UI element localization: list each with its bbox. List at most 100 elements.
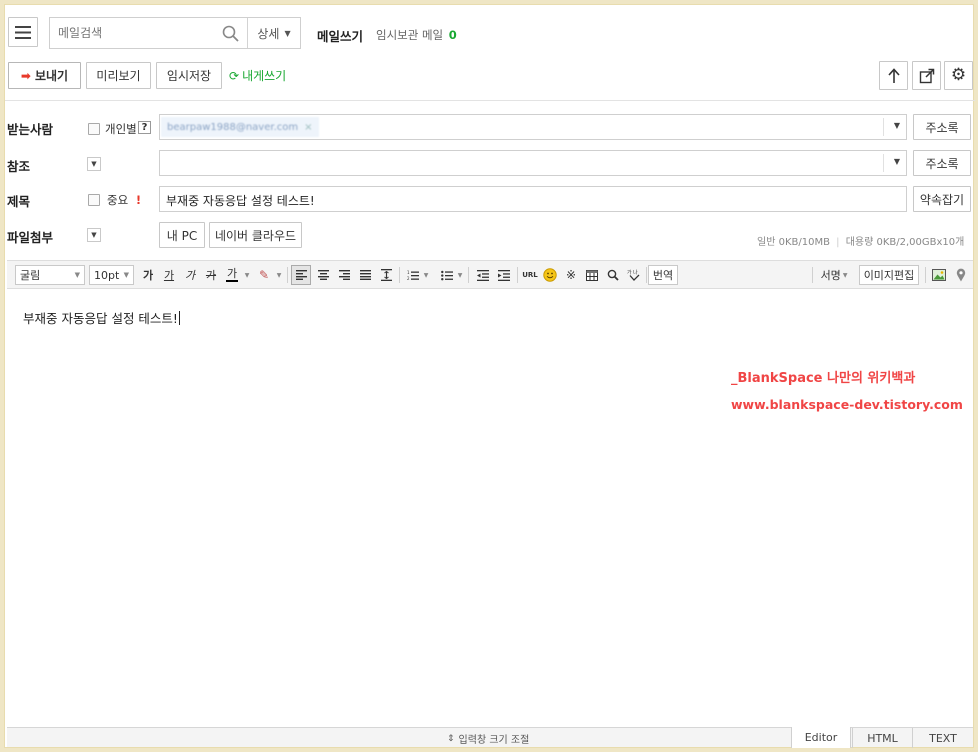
italic-button[interactable]: 가 <box>180 265 200 285</box>
save-temp-button[interactable]: 임시저장 <box>156 62 222 89</box>
align-right-button[interactable] <box>334 265 354 285</box>
outdent-icon <box>477 269 489 281</box>
align-justify-icon <box>359 270 371 280</box>
to-input[interactable]: bearpaw1988@naver.com × ▼ <box>159 114 907 140</box>
attach-toggle[interactable]: ▼ <box>87 228 101 242</box>
help-icon[interactable]: ? <box>138 121 151 134</box>
tab-html[interactable]: HTML <box>852 728 912 748</box>
italic-label: 가 <box>184 269 196 282</box>
to-dropdown-icon[interactable]: ▼ <box>894 121 900 130</box>
naver-cloud-label: 네이버 클라우드 <box>214 228 297 243</box>
spellcheck-icon: 가나 <box>627 269 640 281</box>
preview-button[interactable]: 미리보기 <box>86 62 151 89</box>
naver-cloud-button[interactable]: 네이버 클라우드 <box>209 222 302 248</box>
watermark-line2: www.blankspace-dev.tistory.com <box>731 397 963 412</box>
popout-button[interactable] <box>912 61 941 90</box>
font-color-dropdown[interactable]: ▼ <box>243 265 251 285</box>
separator <box>468 267 469 283</box>
quota-general: 일반 0KB/10MB <box>757 237 830 248</box>
cc-toggle[interactable]: ▼ <box>87 157 101 171</box>
individual-checkbox[interactable] <box>88 123 100 135</box>
address-book-label: 주소록 <box>925 120 959 135</box>
remove-chip-icon[interactable]: × <box>304 122 312 133</box>
tab-text[interactable]: TEXT <box>912 728 973 748</box>
top-bar: 상세 ▼ 메일쓰기 임시보관 메일 0 ➡ 보내기 미리보기 임시저장 ⟳ 내게… <box>5 5 975 101</box>
quota-large: 대용량 0KB/2,00GBx10개 <box>845 237 965 248</box>
subject-label: 제목 <box>7 194 31 209</box>
cc-input[interactable]: ▼ <box>159 150 907 176</box>
address-book-button[interactable]: 주소록 <box>913 114 971 140</box>
translate-button[interactable]: 번역 <box>648 265 678 285</box>
menu-button[interactable] <box>8 17 38 47</box>
page-title: 메일쓰기 <box>317 29 364 44</box>
schedule-label: 약속잡기 <box>919 192 965 207</box>
cc-dropdown-icon[interactable]: ▼ <box>894 157 900 166</box>
outdent-button[interactable] <box>473 265 493 285</box>
svg-text:2: 2 <box>407 276 410 281</box>
send-button[interactable]: ➡ 보내기 <box>8 62 81 89</box>
recipient-chip-label: bearpaw1988@naver.com <box>167 121 299 133</box>
strike-label: 가 <box>205 269 217 282</box>
signature-label: 서명 <box>820 269 841 282</box>
schedule-button[interactable]: 약속잡기 <box>913 186 971 212</box>
search-input[interactable] <box>58 24 208 42</box>
highlight-dropdown[interactable]: ▼ <box>275 265 283 285</box>
important-checkbox[interactable] <box>88 194 100 206</box>
tab-editor[interactable]: Editor <box>791 727 851 748</box>
indent-button[interactable] <box>494 265 514 285</box>
separator <box>399 267 400 283</box>
ordered-list-button[interactable]: 12 <box>403 265 423 285</box>
align-center-button[interactable] <box>313 265 333 285</box>
move-up-button[interactable] <box>879 61 908 90</box>
smiley-icon <box>543 268 557 282</box>
unordered-list-button[interactable] <box>437 265 457 285</box>
tab-html-label: HTML <box>867 731 898 745</box>
align-left-button[interactable] <box>291 265 311 285</box>
line-height-button[interactable] <box>376 265 396 285</box>
search-icon[interactable] <box>222 25 239 42</box>
underline-button[interactable]: 가 <box>159 265 179 285</box>
cc-label: 참조 <box>7 159 31 174</box>
my-pc-button[interactable]: 내 PC <box>159 222 205 248</box>
align-center-icon <box>317 270 329 280</box>
settings-button[interactable]: ⚙ <box>944 61 973 90</box>
separator <box>287 267 288 283</box>
subject-value: 부재중 자동응답 설정 테스트! <box>166 194 315 208</box>
ordered-list-dropdown[interactable]: ▼ <box>422 265 430 285</box>
table-button[interactable] <box>582 265 602 285</box>
font-select[interactable]: 굴림 ▼ <box>15 265 85 285</box>
subject-input[interactable]: 부재중 자동응답 설정 테스트! <box>159 186 907 212</box>
find-button[interactable] <box>603 265 623 285</box>
cc-address-book-button[interactable]: 주소록 <box>913 150 971 176</box>
send-arrow-icon: ➡ <box>20 68 31 83</box>
align-justify-button[interactable] <box>355 265 375 285</box>
caret-down-icon: ▼ <box>284 28 291 38</box>
individual-label: 개인별 <box>105 122 137 136</box>
font-color-button[interactable]: 가 <box>222 265 242 285</box>
spellcheck-button[interactable]: 가나 <box>624 265 644 285</box>
strikethrough-button[interactable]: 가 <box>201 265 221 285</box>
editor-footer: ⇕ 입력창 크기 조절 Editor HTML TEXT <box>7 727 973 748</box>
insert-image-button[interactable] <box>929 265 949 285</box>
emoticon-button[interactable] <box>540 265 560 285</box>
image-edit-button[interactable]: 이미지편집 <box>859 265 919 285</box>
special-char-button[interactable]: ※ <box>561 265 581 285</box>
attach-label: 파일첨부 <box>7 230 54 245</box>
self-write-button[interactable]: ⟳ 내게쓰기 <box>229 67 286 84</box>
bold-button[interactable]: 가 <box>138 265 158 285</box>
link-button[interactable]: URL <box>520 265 540 285</box>
watermark-line1: _BlankSpace 나만의 위키백과 <box>731 371 916 386</box>
temp-saved-link[interactable]: 임시보관 메일 0 <box>376 27 457 43</box>
detail-search-button[interactable]: 상세 ▼ <box>248 18 300 48</box>
insert-map-button[interactable] <box>951 265 971 285</box>
temp-saved-count: 0 <box>448 28 457 42</box>
size-select[interactable]: 10pt ▼ <box>89 265 134 285</box>
resize-handle[interactable]: ⇕ 입력창 크기 조절 <box>447 731 530 747</box>
caret-down-icon: ▼ <box>91 160 97 168</box>
unordered-list-dropdown[interactable]: ▼ <box>456 265 464 285</box>
highlight-button[interactable]: ✎ <box>254 265 274 285</box>
resize-label: 입력창 크기 조절 <box>458 735 530 746</box>
recipient-chip[interactable]: bearpaw1988@naver.com × <box>161 117 319 137</box>
signature-select[interactable]: 서명 ▼ <box>816 265 852 285</box>
mail-body-editor[interactable]: 부재중 자동응답 설정 테스트! _BlankSpace 나만의 위키백과 ww… <box>7 290 973 726</box>
